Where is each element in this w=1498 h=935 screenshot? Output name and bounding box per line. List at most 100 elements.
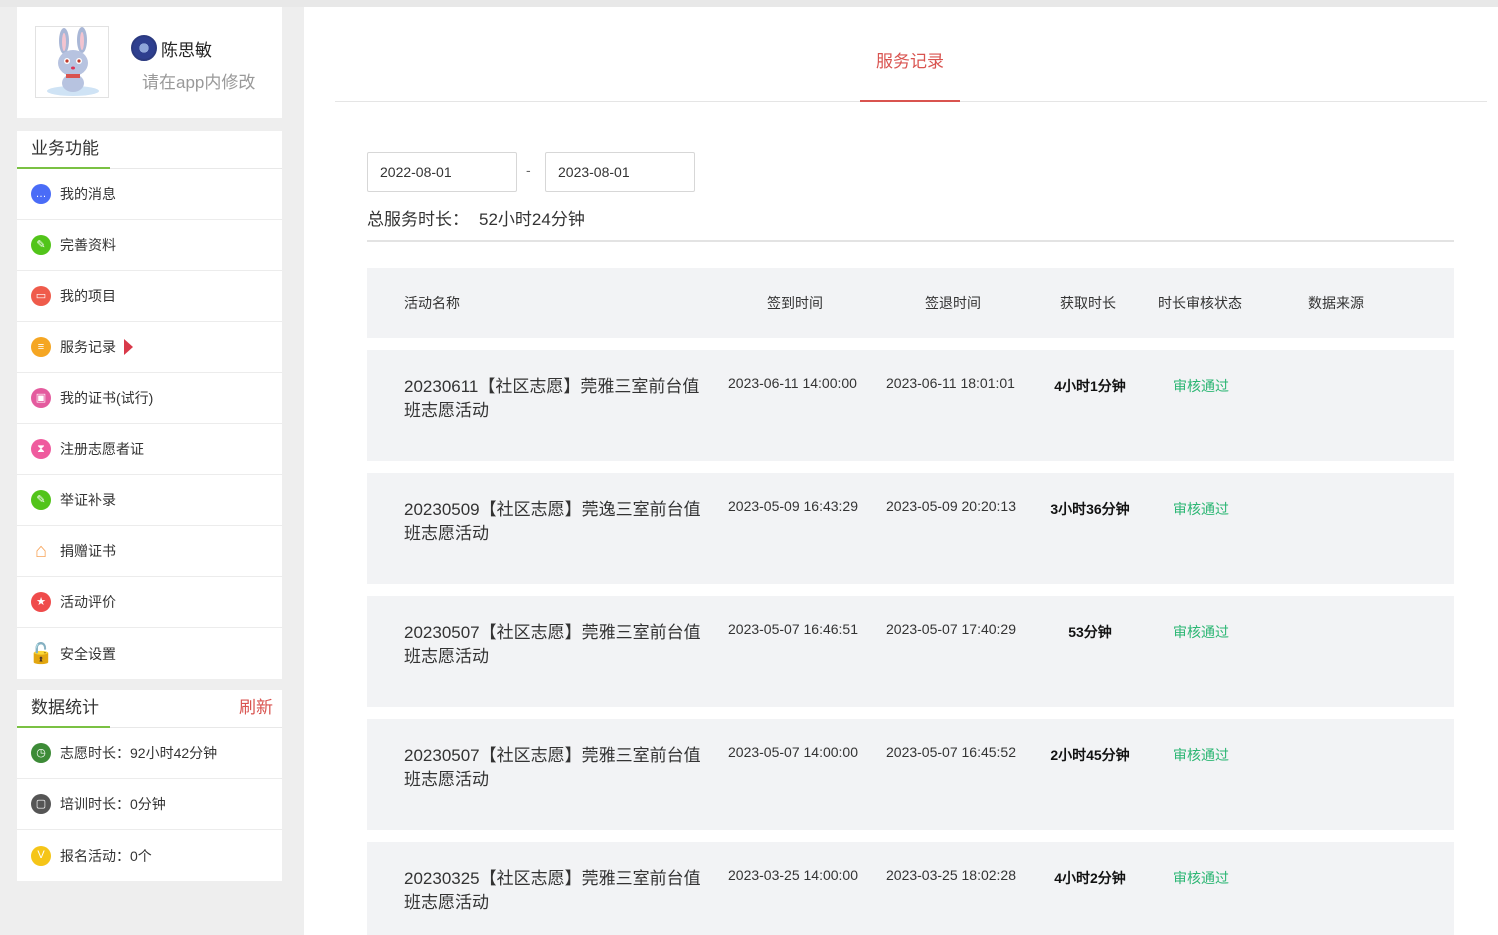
checkout-time-cell: 2023-03-25 18:02:28 (886, 867, 1016, 883)
menu-item[interactable]: ▣ 我的证书(试行) (17, 373, 282, 424)
date-from-input[interactable] (367, 152, 517, 192)
review-status-cell: 审核通过 (1173, 378, 1229, 394)
menu-item[interactable]: ▭ 我的项目 (17, 271, 282, 322)
column-header-duration: 获取时长 (1060, 295, 1116, 311)
total-label: 总服务时长： (367, 210, 469, 229)
business-menu: … 我的消息 ✎ 完善资料 ▭ 我的项目 ≡ 服务记录 ▣ 我的证书(试行) ⧗ 注册志愿者证 ✎ 举证补… (17, 169, 282, 679)
star-icon: ★ (31, 592, 51, 612)
refresh-button[interactable]: 刷新 (239, 690, 273, 726)
lock-icon: 🔓 (28, 642, 54, 665)
menu-item[interactable]: ★ 活动评价 (17, 577, 282, 628)
message-icon: … (31, 184, 51, 204)
checkin-time-cell: 2023-05-09 16:43:29 (728, 498, 858, 514)
menu-item-label: 举证补录 (60, 492, 116, 508)
menu-item-label: 服务记录 (60, 339, 116, 355)
menu-item[interactable]: ▢ 培训时长：0分钟 (17, 779, 282, 830)
duration-cell: 4小时1分钟 (1054, 378, 1126, 394)
menu-item[interactable]: ⧗ 注册志愿者证 (17, 424, 282, 475)
menu-item[interactable]: ⌂ 捐赠证书 (17, 526, 282, 577)
column-header-data-source: 数据来源 (1308, 295, 1364, 311)
tab-bar: 服务记录 (335, 7, 1487, 102)
menu-item[interactable]: V 报名活动：0个 (17, 830, 282, 881)
profile-edit-hint: 请在app内修改 (142, 73, 256, 92)
duration-cell: 4小时2分钟 (1054, 870, 1126, 886)
menu-item-label: 志愿时长：92小时42分钟 (60, 745, 218, 761)
menu-item-label: 完善资料 (60, 237, 116, 253)
signup-icon: V (31, 845, 51, 866)
menu-item-label: 注册志愿者证 (60, 441, 144, 457)
training-icon: ▢ (31, 794, 51, 814)
divider (367, 240, 1454, 242)
total-service-duration: 总服务时长： 52小时24分钟 (367, 205, 585, 230)
tab-service-records[interactable]: 服务记录 (860, 7, 960, 102)
business-panel-title: 业务功能 (17, 131, 110, 169)
stats-panel-title: 数据统计 (17, 690, 110, 728)
review-status-cell: 审核通过 (1173, 747, 1229, 763)
review-status-cell: 审核通过 (1173, 624, 1229, 640)
project-icon: ▭ (31, 286, 51, 306)
checkout-time-cell: 2023-06-11 18:01:01 (886, 375, 1015, 391)
activity-name-cell: 20230611【社区志愿】莞雅三室前台值班志愿活动 (404, 377, 700, 420)
checkin-time-cell: 2023-06-11 14:00:00 (728, 375, 857, 391)
menu-item-label: 我的项目 (60, 288, 116, 304)
column-header-checkout: 签退时间 (925, 295, 981, 311)
profile-card: 陈思敏 请在app内修改 (17, 7, 282, 118)
column-header-activity: 活动名称 (404, 295, 460, 311)
menu-item[interactable]: ✎ 完善资料 (17, 220, 282, 271)
rabbit-avatar-icon (47, 27, 99, 96)
main-content: 服务记录 - 总服务时长： 52小时24分钟 活动名称 签到时间 签退时间 获取时… (304, 7, 1498, 935)
duration-cell: 53分钟 (1068, 624, 1112, 640)
clock-icon: ◷ (31, 743, 51, 763)
checkout-time-cell: 2023-05-07 16:45:52 (886, 744, 1016, 760)
date-to-input[interactable] (545, 152, 695, 192)
review-status-cell: 审核通过 (1173, 870, 1229, 886)
volunteer-badge-icon (131, 35, 157, 61)
edit-icon: ✎ (31, 235, 51, 255)
top-strip (0, 0, 1498, 7)
menu-item-label: 报名活动：0个 (60, 847, 152, 864)
stats-panel: 数据统计 刷新 ◷ 志愿时长：92小时42分钟 ▢ 培训时长：0分钟 V 报名活动：0个 (17, 690, 282, 881)
menu-item-label: 培训时长：0分钟 (60, 796, 166, 812)
activity-name-cell: 20230509【社区志愿】莞逸三室前台值班志愿活动 (404, 500, 701, 543)
date-separator: - (526, 162, 531, 178)
menu-item[interactable]: ✎ 举证补录 (17, 475, 282, 526)
column-header-checkin: 签到时间 (767, 295, 823, 311)
menu-item-label: 我的消息 (60, 186, 116, 202)
avatar[interactable] (35, 26, 109, 98)
menu-item[interactable]: ◷ 志愿时长：92小时42分钟 (17, 728, 282, 779)
table-header: 活动名称 签到时间 签退时间 获取时长 时长审核状态 数据来源 (367, 268, 1454, 338)
house-icon: ⌂ (34, 540, 48, 562)
menu-item-label: 安全设置 (60, 645, 116, 662)
activity-name-cell: 20230507【社区志愿】莞雅三室前台值班志愿活动 (404, 623, 701, 666)
column-header-review-status: 时长审核状态 (1158, 295, 1242, 311)
checkout-time-cell: 2023-05-09 20:20:13 (886, 498, 1016, 514)
review-status-cell: 审核通过 (1173, 501, 1229, 517)
checkin-time-cell: 2023-05-07 16:46:51 (728, 621, 858, 637)
menu-item[interactable]: ≡ 服务记录 (17, 322, 282, 373)
table-row[interactable]: 20230507【社区志愿】莞雅三室前台值班志愿活动 2023-05-07 16:… (367, 596, 1454, 707)
checkin-time-cell: 2023-03-25 14:00:00 (728, 867, 858, 883)
hourglass-icon: ⧗ (31, 439, 51, 459)
edit-icon: ✎ (31, 490, 51, 510)
activity-name-cell: 20230325【社区志愿】莞雅三室前台值班志愿活动 (404, 869, 701, 912)
stats-list: ◷ 志愿时长：92小时42分钟 ▢ 培训时长：0分钟 V 报名活动：0个 (17, 728, 282, 881)
duration-cell: 3小时36分钟 (1050, 501, 1130, 517)
business-panel: 业务功能 … 我的消息 ✎ 完善资料 ▭ 我的项目 ≡ 服务记录 ▣ 我的证书(试行) ⧗ 注册志愿者… (17, 131, 282, 679)
table-row[interactable]: 20230509【社区志愿】莞逸三室前台值班志愿活动 2023-05-09 16:… (367, 473, 1454, 584)
menu-item-label: 捐赠证书 (60, 543, 116, 559)
checkout-time-cell: 2023-05-07 17:40:29 (886, 621, 1016, 637)
list-icon: ≡ (31, 337, 51, 357)
table-row[interactable]: 20230325【社区志愿】莞雅三室前台值班志愿活动 2023-03-25 14:… (367, 842, 1454, 935)
menu-item[interactable]: … 我的消息 (17, 169, 282, 220)
menu-item-label: 我的证书(试行) (60, 390, 154, 406)
total-value: 52小时24分钟 (479, 210, 585, 229)
table-row[interactable]: 20230611【社区志愿】莞雅三室前台值班志愿活动 2023-06-11 14:… (367, 350, 1454, 461)
menu-item-label: 活动评价 (60, 594, 116, 610)
activity-name-cell: 20230507【社区志愿】莞雅三室前台值班志愿活动 (404, 746, 701, 789)
table-row[interactable]: 20230507【社区志愿】莞雅三室前台值班志愿活动 2023-05-07 14:… (367, 719, 1454, 830)
duration-cell: 2小时45分钟 (1050, 747, 1130, 763)
active-indicator-icon (124, 339, 133, 355)
menu-item[interactable]: 🔓 安全设置 (17, 628, 282, 679)
user-name: 陈思敏 (161, 40, 212, 60)
checkin-time-cell: 2023-05-07 14:00:00 (728, 744, 858, 760)
